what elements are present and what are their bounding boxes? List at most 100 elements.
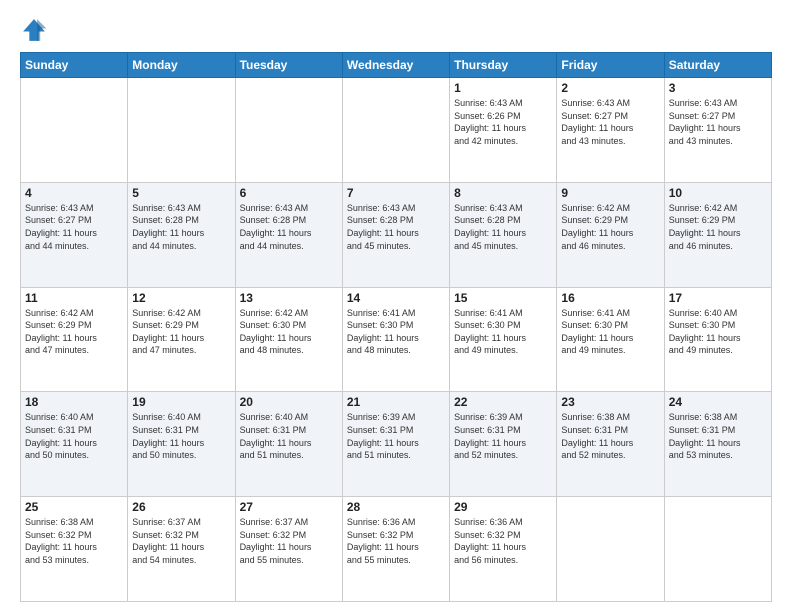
calendar-day-header: Friday	[557, 53, 664, 78]
calendar-cell: 22Sunrise: 6:39 AM Sunset: 6:31 PM Dayli…	[450, 392, 557, 497]
day-number: 26	[132, 500, 230, 514]
day-number: 28	[347, 500, 445, 514]
calendar-cell: 14 Sunrise: 6:41 AM Sunset: 6:30 PM Dayli…	[342, 287, 449, 392]
logo	[20, 16, 52, 44]
day-number: 6	[240, 186, 338, 200]
calendar-cell: 10 Sunrise: 6:42 AM Sunset: 6:29 PM Dayli…	[664, 182, 771, 287]
day-number: 16	[561, 291, 659, 305]
calendar-cell: 6 Sunrise: 6:43 AM Sunset: 6:28 PM Daylig…	[235, 182, 342, 287]
calendar-week-row: 18 Sunrise: 6:40 AM Sunset: 6:31 PM Dayli…	[21, 392, 772, 497]
calendar-cell: 7Sunrise: 6:43 AM Sunset: 6:28 PM Daylig…	[342, 182, 449, 287]
calendar-cell: 1 Sunrise: 6:43 AM Sunset: 6:26 PM Daylig…	[450, 78, 557, 183]
calendar-cell	[21, 78, 128, 183]
day-info: Sunrise: 6:40 AM Sunset: 6:30 PM Dayligh…	[669, 307, 767, 357]
calendar-cell: 2Sunrise: 6:43 AM Sunset: 6:27 PM Daylig…	[557, 78, 664, 183]
day-number: 23	[561, 395, 659, 409]
calendar-cell: 15 Sunrise: 6:41 AM Sunset: 6:30 PM Dayli…	[450, 287, 557, 392]
day-number: 12	[132, 291, 230, 305]
day-number: 8	[454, 186, 552, 200]
calendar-cell: 18Sunrise: 6:40 AM Sunset: 6:31 PM Dayli…	[21, 392, 128, 497]
day-info: Sunrise: 6:43 AM Sunset: 6:28 PM Dayligh…	[454, 202, 552, 252]
calendar-cell	[235, 78, 342, 183]
calendar-cell: 25 Sunrise: 6:38 AM Sunset: 6:32 PM Dayli…	[21, 497, 128, 602]
day-info: Sunrise: 6:38 AM Sunset: 6:32 PM Dayligh…	[25, 516, 123, 566]
calendar-cell: 24 Sunrise: 6:38 AM Sunset: 6:31 PM Dayli…	[664, 392, 771, 497]
day-info: Sunrise: 6:39 AM Sunset: 6:31 PM Dayligh…	[347, 411, 445, 461]
day-info: Sunrise: 6:36 AM Sunset: 6:32 PM Dayligh…	[347, 516, 445, 566]
day-info: Sunrise: 6:37 AM Sunset: 6:32 PM Dayligh…	[240, 516, 338, 566]
calendar-day-header: Thursday	[450, 53, 557, 78]
calendar-cell: 8 Sunrise: 6:43 AM Sunset: 6:28 PM Daylig…	[450, 182, 557, 287]
day-info: Sunrise: 6:41 AM Sunset: 6:30 PM Dayligh…	[561, 307, 659, 357]
day-info: Sunrise: 6:42 AM Sunset: 6:29 PM Dayligh…	[25, 307, 123, 357]
day-info: Sunrise: 6:42 AM Sunset: 6:29 PM Dayligh…	[669, 202, 767, 252]
day-info: Sunrise: 6:41 AM Sunset: 6:30 PM Dayligh…	[347, 307, 445, 357]
calendar-cell	[128, 78, 235, 183]
day-info: Sunrise: 6:38 AM Sunset: 6:31 PM Dayligh…	[561, 411, 659, 461]
calendar-cell	[664, 497, 771, 602]
day-number: 17	[669, 291, 767, 305]
day-number: 1	[454, 81, 552, 95]
day-number: 25	[25, 500, 123, 514]
logo-icon	[20, 16, 48, 44]
page: SundayMondayTuesdayWednesdayThursdayFrid…	[0, 0, 792, 612]
calendar-cell: 20 Sunrise: 6:40 AM Sunset: 6:31 PM Dayli…	[235, 392, 342, 497]
calendar-cell: 21 Sunrise: 6:39 AM Sunset: 6:31 PM Dayli…	[342, 392, 449, 497]
day-number: 13	[240, 291, 338, 305]
day-number: 10	[669, 186, 767, 200]
day-info: Sunrise: 6:43 AM Sunset: 6:26 PM Dayligh…	[454, 97, 552, 147]
day-info: Sunrise: 6:43 AM Sunset: 6:27 PM Dayligh…	[25, 202, 123, 252]
calendar-cell: 19Sunrise: 6:40 AM Sunset: 6:31 PM Dayli…	[128, 392, 235, 497]
day-number: 4	[25, 186, 123, 200]
calendar-cell	[342, 78, 449, 183]
day-number: 18	[25, 395, 123, 409]
calendar-day-header: Saturday	[664, 53, 771, 78]
day-info: Sunrise: 6:41 AM Sunset: 6:30 PM Dayligh…	[454, 307, 552, 357]
calendar-week-row: 11 Sunrise: 6:42 AM Sunset: 6:29 PM Dayli…	[21, 287, 772, 392]
calendar-cell: 28 Sunrise: 6:36 AM Sunset: 6:32 PM Dayli…	[342, 497, 449, 602]
day-info: Sunrise: 6:37 AM Sunset: 6:32 PM Dayligh…	[132, 516, 230, 566]
calendar: SundayMondayTuesdayWednesdayThursdayFrid…	[20, 52, 772, 602]
day-info: Sunrise: 6:38 AM Sunset: 6:31 PM Dayligh…	[669, 411, 767, 461]
calendar-week-row: 1 Sunrise: 6:43 AM Sunset: 6:26 PM Daylig…	[21, 78, 772, 183]
day-info: Sunrise: 6:43 AM Sunset: 6:28 PM Dayligh…	[347, 202, 445, 252]
calendar-cell: 12 Sunrise: 6:42 AM Sunset: 6:29 PM Dayli…	[128, 287, 235, 392]
day-number: 15	[454, 291, 552, 305]
calendar-cell: 13 Sunrise: 6:42 AM Sunset: 6:30 PM Dayli…	[235, 287, 342, 392]
day-info: Sunrise: 6:43 AM Sunset: 6:28 PM Dayligh…	[132, 202, 230, 252]
calendar-cell: 11 Sunrise: 6:42 AM Sunset: 6:29 PM Dayli…	[21, 287, 128, 392]
calendar-cell: 27 Sunrise: 6:37 AM Sunset: 6:32 PM Dayli…	[235, 497, 342, 602]
day-info: Sunrise: 6:40 AM Sunset: 6:31 PM Dayligh…	[240, 411, 338, 461]
day-number: 11	[25, 291, 123, 305]
day-number: 21	[347, 395, 445, 409]
day-number: 9	[561, 186, 659, 200]
calendar-cell: 17 Sunrise: 6:40 AM Sunset: 6:30 PM Dayli…	[664, 287, 771, 392]
day-info: Sunrise: 6:43 AM Sunset: 6:27 PM Dayligh…	[561, 97, 659, 147]
calendar-cell: 29Sunrise: 6:36 AM Sunset: 6:32 PM Dayli…	[450, 497, 557, 602]
calendar-cell	[557, 497, 664, 602]
day-info: Sunrise: 6:42 AM Sunset: 6:30 PM Dayligh…	[240, 307, 338, 357]
header	[20, 16, 772, 44]
day-number: 5	[132, 186, 230, 200]
day-number: 24	[669, 395, 767, 409]
calendar-header-row: SundayMondayTuesdayWednesdayThursdayFrid…	[21, 53, 772, 78]
day-info: Sunrise: 6:40 AM Sunset: 6:31 PM Dayligh…	[132, 411, 230, 461]
calendar-cell: 26 Sunrise: 6:37 AM Sunset: 6:32 PM Dayli…	[128, 497, 235, 602]
calendar-day-header: Wednesday	[342, 53, 449, 78]
calendar-week-row: 25 Sunrise: 6:38 AM Sunset: 6:32 PM Dayli…	[21, 497, 772, 602]
calendar-cell: 4 Sunrise: 6:43 AM Sunset: 6:27 PM Daylig…	[21, 182, 128, 287]
calendar-cell: 5 Sunrise: 6:43 AM Sunset: 6:28 PM Daylig…	[128, 182, 235, 287]
day-number: 3	[669, 81, 767, 95]
day-number: 22	[454, 395, 552, 409]
day-number: 29	[454, 500, 552, 514]
calendar-day-header: Monday	[128, 53, 235, 78]
day-number: 14	[347, 291, 445, 305]
calendar-cell: 9 Sunrise: 6:42 AM Sunset: 6:29 PM Daylig…	[557, 182, 664, 287]
day-number: 27	[240, 500, 338, 514]
day-number: 20	[240, 395, 338, 409]
day-info: Sunrise: 6:43 AM Sunset: 6:28 PM Dayligh…	[240, 202, 338, 252]
day-info: Sunrise: 6:43 AM Sunset: 6:27 PM Dayligh…	[669, 97, 767, 147]
day-info: Sunrise: 6:42 AM Sunset: 6:29 PM Dayligh…	[132, 307, 230, 357]
day-info: Sunrise: 6:42 AM Sunset: 6:29 PM Dayligh…	[561, 202, 659, 252]
calendar-cell: 16 Sunrise: 6:41 AM Sunset: 6:30 PM Dayli…	[557, 287, 664, 392]
